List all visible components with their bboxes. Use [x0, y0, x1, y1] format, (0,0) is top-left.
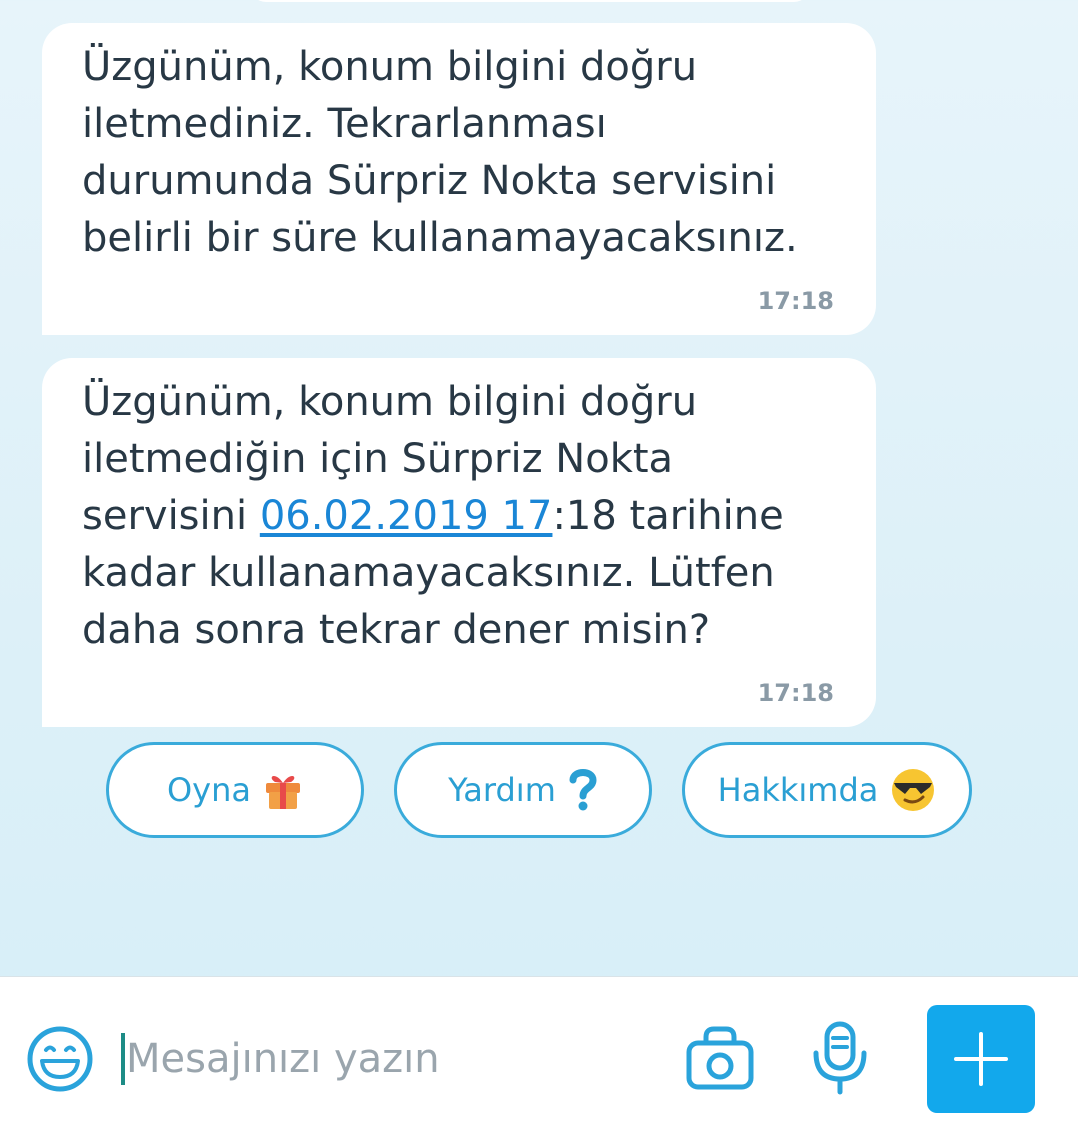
plus-button[interactable]: [927, 1005, 1035, 1113]
sunglasses-emoji-icon: [890, 767, 936, 813]
message-timestamp: 17:18: [757, 287, 834, 315]
bot-message-bubble: Üzgünüm, konum bilgini doğru iletmediğin…: [42, 358, 876, 727]
previous-message-bubble: [250, 0, 810, 2]
emoji-icon[interactable]: [26, 1025, 94, 1093]
quick-reply-label: Oyna: [166, 771, 251, 809]
date-link[interactable]: 06.02.2019 17: [260, 493, 553, 539]
quick-replies: Oyna Yardım Hakkımda: [0, 742, 1078, 842]
message-text: Üzgünüm, konum bilgini doğru iletmediniz…: [82, 44, 798, 261]
message-input[interactable]: [122, 1029, 646, 1089]
quick-reply-label: Yardım: [448, 771, 556, 809]
bot-message-bubble: Üzgünüm, konum bilgini doğru iletmediniz…: [42, 23, 876, 335]
quick-reply-oyna-button[interactable]: Oyna: [106, 742, 364, 838]
message-timestamp: 17:18: [757, 679, 834, 707]
quick-reply-hakkimda-button[interactable]: Hakkımda: [682, 742, 972, 838]
gift-icon: [263, 769, 303, 811]
quick-reply-yardim-button[interactable]: Yardım: [394, 742, 652, 838]
chat-area: Üzgünüm, konum bilgini doğru iletmediniz…: [0, 0, 1078, 976]
message-composer: [0, 976, 1078, 1140]
message-text: Üzgünüm, konum bilgini doğru iletmediğin…: [82, 374, 842, 659]
camera-icon[interactable]: [686, 1025, 754, 1091]
question-mark-icon: [568, 768, 598, 812]
plus-icon: [954, 1032, 1008, 1086]
quick-reply-label: Hakkımda: [717, 771, 879, 809]
microphone-icon[interactable]: [810, 1021, 870, 1095]
